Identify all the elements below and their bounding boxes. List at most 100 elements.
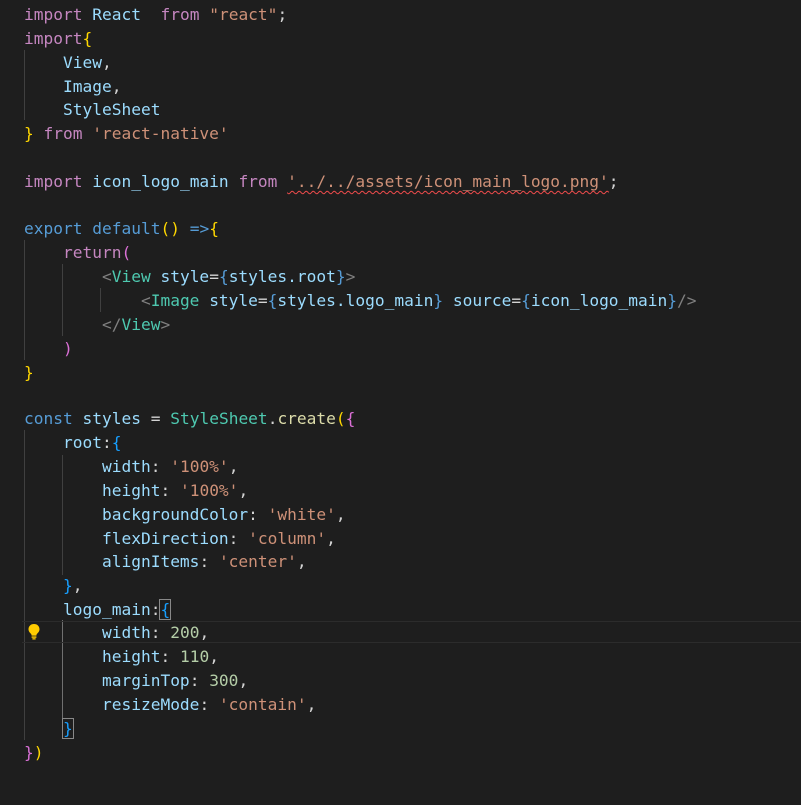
code-line-12[interactable]: <View style={styles.root}> [24, 265, 355, 289]
bracket: { [521, 291, 531, 310]
expression: icon_logo_main [530, 291, 668, 310]
bracket: { [218, 267, 229, 286]
property-key: width [101, 457, 151, 476]
keyword: from [238, 172, 278, 191]
code-line-15[interactable]: ) [24, 337, 73, 361]
tag-bracket: > [160, 315, 171, 334]
bracket: ) [62, 339, 73, 358]
code-line-24[interactable]: alignItems: 'center', [24, 550, 307, 574]
tag-bracket: /> [677, 291, 697, 310]
number-literal: 200 [170, 623, 200, 642]
keyword: import [24, 172, 83, 191]
bracket: ( [121, 243, 132, 262]
punctuation: . [267, 409, 278, 428]
code-line-30[interactable]: resizeMode: 'contain', [24, 693, 316, 717]
code-line-10[interactable]: export default() =>{ [24, 217, 219, 241]
identifier: styles [82, 409, 141, 428]
code-editor[interactable]: import React from "react"; import{ View,… [0, 0, 801, 805]
bracket: { [345, 409, 356, 428]
property-key: alignItems [101, 552, 200, 571]
punctuation: , [238, 481, 249, 500]
keyword: import [24, 29, 83, 48]
code-line-21[interactable]: height: '100%', [24, 479, 248, 503]
code-line-11[interactable]: return( [24, 241, 131, 265]
string-literal: '100%' [170, 457, 229, 476]
bracket: } [335, 267, 346, 286]
bracket: { [209, 219, 219, 238]
code-line-19[interactable]: root:{ [24, 431, 121, 455]
punctuation: : [150, 600, 161, 619]
code-line-32[interactable]: }) [24, 741, 44, 765]
string-literal-error[interactable]: '../../assets/icon_main_logo.png' [287, 172, 609, 191]
code-line-6[interactable]: } from 'react-native' [24, 122, 229, 146]
bracket: } [24, 363, 34, 382]
tag-bracket: > [345, 267, 356, 286]
bracket: } [62, 576, 73, 595]
identifier: icon_logo_main [92, 172, 229, 191]
jsx-tag: Image [150, 291, 200, 310]
identifier: Image [62, 77, 112, 96]
punctuation: , [326, 529, 336, 548]
code-line-23[interactable]: flexDirection: 'column', [24, 527, 336, 551]
code-line-2[interactable]: import{ [24, 27, 92, 51]
punctuation: : [150, 623, 171, 642]
bracket: () [160, 219, 180, 238]
code-line-14[interactable]: </View> [24, 313, 170, 337]
code-line-18[interactable]: const styles = StyleSheet.create({ [24, 407, 355, 431]
code-line-1[interactable]: import React from "react"; [24, 3, 287, 27]
punctuation: , [238, 671, 249, 690]
punctuation: , [335, 505, 346, 524]
code-line-5[interactable]: StyleSheet [24, 98, 160, 122]
keyword: from [43, 124, 83, 143]
bracket: { [267, 291, 278, 310]
expression: styles.logo_main [277, 291, 434, 310]
keyword: return [62, 243, 122, 262]
punctuation: , [306, 695, 317, 714]
punctuation: : [189, 671, 210, 690]
code-line-26[interactable]: logo_main:{ [24, 598, 172, 622]
jsx-tag: View [111, 267, 151, 286]
code-line-4[interactable]: Image, [24, 75, 121, 99]
tag-bracket: </ [101, 315, 122, 334]
bracket: { [82, 29, 93, 48]
code-line-8[interactable]: import icon_logo_main from '../../assets… [24, 170, 619, 194]
string-literal: 'center' [218, 552, 297, 571]
code-line-29[interactable]: marginTop: 300, [24, 669, 248, 693]
bracket: ) [33, 743, 44, 762]
punctuation: : [199, 695, 219, 714]
punctuation: , [228, 457, 239, 476]
property-key: width [101, 623, 151, 642]
property-key: flexDirection [101, 529, 229, 548]
property-key: root [62, 433, 102, 452]
property-key: backgroundColor [101, 505, 249, 524]
code-line-22[interactable]: backgroundColor: 'white', [24, 503, 346, 527]
code-line-16[interactable]: } [24, 361, 34, 385]
bracket: } [433, 291, 444, 310]
jsx-attribute: style [160, 267, 210, 286]
punctuation: , [111, 77, 122, 96]
punctuation: ; [608, 172, 619, 191]
punctuation: : [228, 529, 249, 548]
property-key: logo_main [62, 600, 151, 619]
punctuation: : [248, 505, 268, 524]
string-literal: "react" [209, 5, 278, 24]
bracket: { [111, 433, 122, 452]
punctuation: , [101, 53, 112, 72]
keyword: export [24, 219, 83, 238]
tag-bracket: < [101, 267, 112, 286]
bracket-matched: } [62, 718, 74, 739]
code-line-13[interactable]: <Image style={styles.logo_main} source={… [24, 289, 697, 313]
code-line-25[interactable]: }, [24, 574, 83, 598]
punctuation: , [296, 552, 307, 571]
string-literal: '100%' [179, 481, 239, 500]
property-key: height [101, 647, 161, 666]
code-line-27[interactable]: width: 200, [24, 621, 209, 645]
code-line-28[interactable]: height: 110, [24, 645, 219, 669]
function-name: create [277, 409, 336, 428]
code-line-3[interactable]: View, [24, 51, 112, 75]
expression: styles.root [228, 267, 336, 286]
property-key: resizeMode [101, 695, 200, 714]
code-line-31[interactable]: } [24, 717, 74, 741]
code-line-20[interactable]: width: '100%', [24, 455, 238, 479]
punctuation: , [72, 576, 83, 595]
